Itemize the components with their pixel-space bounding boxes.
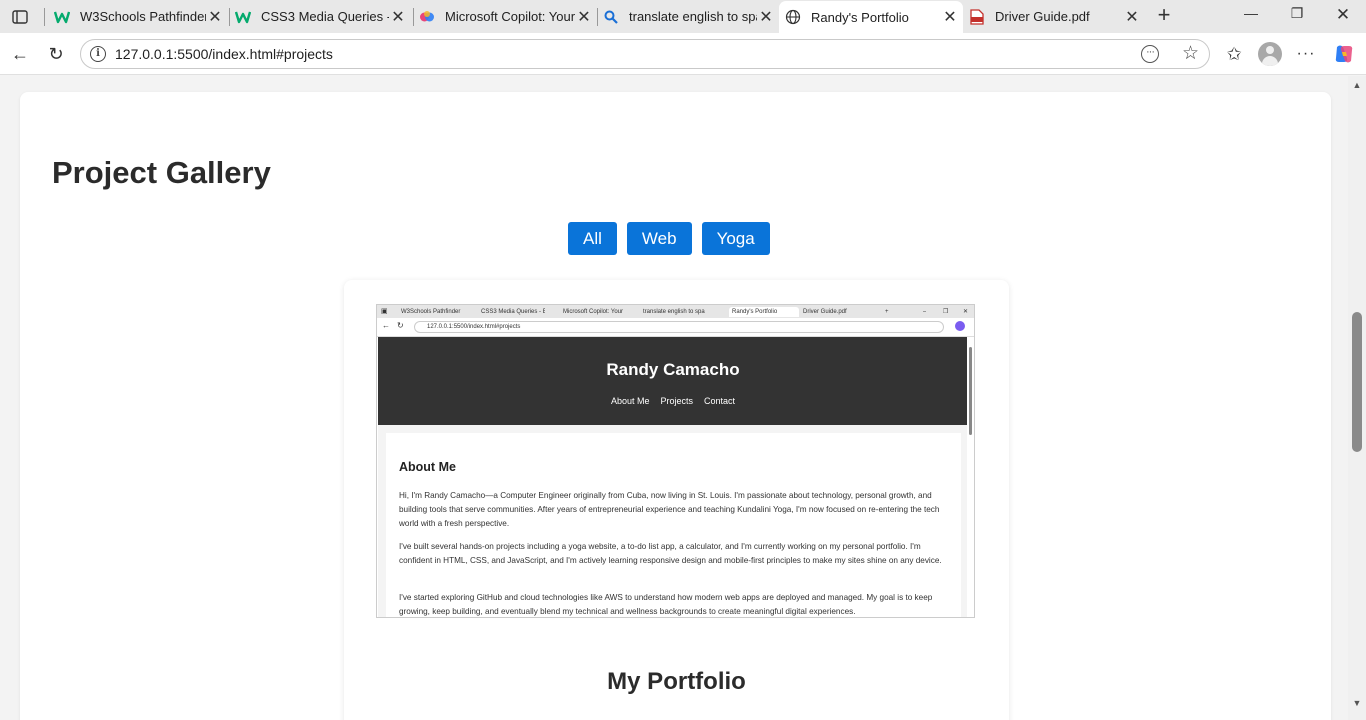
new-tab-button[interactable]: + (1152, 2, 1176, 27)
tab-microsoft-copilot[interactable]: Microsoft Copilot: Your ✕ (413, 4, 597, 29)
close-icon[interactable]: ✕ (575, 7, 593, 27)
close-icon[interactable]: ✕ (1123, 7, 1141, 27)
thumb-refresh-icon: ↻ (397, 321, 404, 330)
thumb-close-icon: ✕ (963, 309, 969, 315)
projects-section: Project Gallery All Web Yoga ▣ W3Schools… (20, 92, 1331, 720)
thumb-tab-bar: ▣ W3Schools Pathfinder CSS3 Media Querie… (377, 305, 974, 318)
scroll-down-icon[interactable]: ▼ (1352, 698, 1362, 708)
more-icon: ··· (1296, 45, 1316, 62)
thumb-tab: Driver Guide.pdf (803, 309, 847, 315)
globe-icon (785, 9, 801, 25)
thumb-paragraph: I've started exploring GitHub and cloud … (399, 593, 933, 616)
browser-toolbar: ← ↻ i 127.0.0.1:5500/index.html#projects… (0, 33, 1366, 75)
refresh-icon: ↻ (48, 44, 64, 64)
restore-icon: ❐ (1290, 5, 1304, 21)
close-icon[interactable]: ✕ (389, 7, 407, 27)
favorite-star-icon[interactable]: ☆ (1182, 42, 1199, 65)
thumb-plus-icon: + (885, 309, 889, 315)
thumb-about-section: About Me Hi, I'm Randy Camacho—a Compute… (386, 433, 961, 617)
thumb-nav-projects: Projects (660, 396, 693, 406)
info-icon[interactable]: i (90, 46, 106, 62)
thumb-page: Randy Camacho About Me Projects Contact … (378, 337, 968, 617)
thumb-tab-active: Randy's Portfolio (729, 307, 799, 317)
project-screenshot[interactable]: ▣ W3Schools Pathfinder CSS3 Media Querie… (376, 304, 975, 618)
tab-css3-media-queries[interactable]: CSS3 Media Queries - E ✕ (229, 4, 411, 29)
thumb-tab: W3Schools Pathfinder (401, 309, 461, 315)
close-window-button[interactable]: ✕ (1320, 5, 1366, 25)
thumb-minimize-icon: – (923, 309, 927, 315)
thumb-site-nav: About Me Projects Contact (378, 396, 968, 406)
thumb-address-bar: 127.0.0.1:5500/index.html#projects (414, 321, 944, 333)
refresh-button[interactable]: ↻ (44, 42, 68, 66)
restore-button[interactable]: ❐ (1274, 5, 1320, 22)
thumb-scroll-thumb (969, 347, 972, 435)
copilot-icon (419, 9, 435, 25)
settings-more-button[interactable]: ··· (1293, 41, 1319, 67)
thumb-section-title: About Me (399, 460, 456, 474)
tab-w3schools-pathfinder[interactable]: W3Schools Pathfinder ✕ (48, 4, 228, 29)
thumb-back-icon: ← (382, 321, 390, 330)
page-scrollbar[interactable]: ▲ ▼ (1348, 76, 1366, 720)
tab-translate-search[interactable]: translate english to spa ✕ (597, 4, 779, 29)
scroll-thumb[interactable] (1352, 312, 1362, 452)
thumb-tab: CSS3 Media Queries - E (481, 309, 545, 315)
thumb-nav-contact: Contact (704, 396, 736, 406)
w3schools-icon (54, 9, 70, 25)
tab-title: Randy's Portfolio (811, 9, 909, 25)
project-title: My Portfolio (607, 668, 746, 695)
page-viewport: Project Gallery All Web Yoga ▣ W3Schools… (0, 76, 1348, 720)
thumb-scrollbar (967, 337, 974, 617)
thumb-site-header: Randy Camacho About Me Projects Contact (378, 337, 968, 425)
url-text[interactable]: 127.0.0.1:5500/index.html#projects (115, 46, 333, 62)
project-filters: All Web Yoga (568, 222, 770, 255)
arrow-left-icon: ← (11, 44, 29, 64)
thumb-toolbar: ← ↻ 127.0.0.1:5500/index.html#projects (377, 318, 974, 337)
tab-title: W3Schools Pathfinder (80, 9, 206, 24)
tab-title: CSS3 Media Queries - E (261, 9, 389, 24)
w3schools-icon (235, 9, 251, 25)
profile-avatar[interactable] (1258, 42, 1282, 66)
tab-separator (44, 8, 45, 26)
tab-randys-portfolio[interactable]: Randy's Portfolio ✕ (779, 1, 963, 33)
tab-actions-button[interactable] (6, 6, 34, 28)
tab-actions-icon (12, 10, 28, 24)
tab-driver-guide-pdf[interactable]: Driver Guide.pdf ✕ (963, 4, 1145, 29)
thumb-tab-actions-icon: ▣ (381, 308, 388, 315)
filter-yoga-button[interactable]: Yoga (701, 222, 770, 255)
thumb-paragraph: I've built several hands-on projects inc… (399, 542, 942, 565)
tab-title: Driver Guide.pdf (995, 9, 1090, 24)
filter-web-button[interactable]: Web (626, 222, 692, 255)
thumb-tab: translate english to spa (643, 309, 705, 315)
minimize-icon: — (1244, 5, 1258, 21)
tab-title: translate english to spa (629, 9, 757, 24)
minimize-button[interactable]: — (1228, 5, 1274, 21)
close-icon[interactable]: ✕ (757, 7, 775, 27)
plus-icon: + (1157, 2, 1171, 27)
thumb-paragraph: Hi, I'm Randy Camacho—a Computer Enginee… (399, 491, 940, 528)
thumb-copilot-icon (955, 321, 965, 331)
close-icon[interactable]: ✕ (206, 7, 224, 27)
thumb-tab: Microsoft Copilot: Your (563, 309, 624, 315)
tab-title: Microsoft Copilot: Your (445, 9, 575, 24)
scroll-up-icon[interactable]: ▲ (1352, 80, 1362, 90)
more-options-icon[interactable]: ··· (1141, 45, 1159, 63)
back-button[interactable]: ← (8, 42, 32, 66)
favorites-icon: ✩ (1226, 44, 1242, 64)
filter-all-button[interactable]: All (568, 222, 617, 255)
address-bar[interactable]: i 127.0.0.1:5500/index.html#projects ···… (80, 39, 1210, 69)
thumb-site-name: Randy Camacho (606, 360, 740, 379)
close-icon[interactable]: ✕ (941, 7, 959, 27)
pdf-icon (969, 8, 985, 25)
search-icon (603, 9, 619, 25)
thumb-nav-about: About Me (610, 396, 650, 406)
browser-tab-bar: W3Schools Pathfinder ✕ CSS3 Media Querie… (0, 0, 1366, 33)
page-title: Project Gallery (52, 155, 271, 190)
copilot-icon[interactable] (1333, 44, 1355, 64)
close-icon: ✕ (1335, 5, 1351, 24)
favorites-button[interactable]: ✩ (1221, 41, 1247, 67)
thumb-restore-icon: ❐ (943, 309, 949, 315)
project-card: ▣ W3Schools Pathfinder CSS3 Media Querie… (344, 280, 1009, 720)
